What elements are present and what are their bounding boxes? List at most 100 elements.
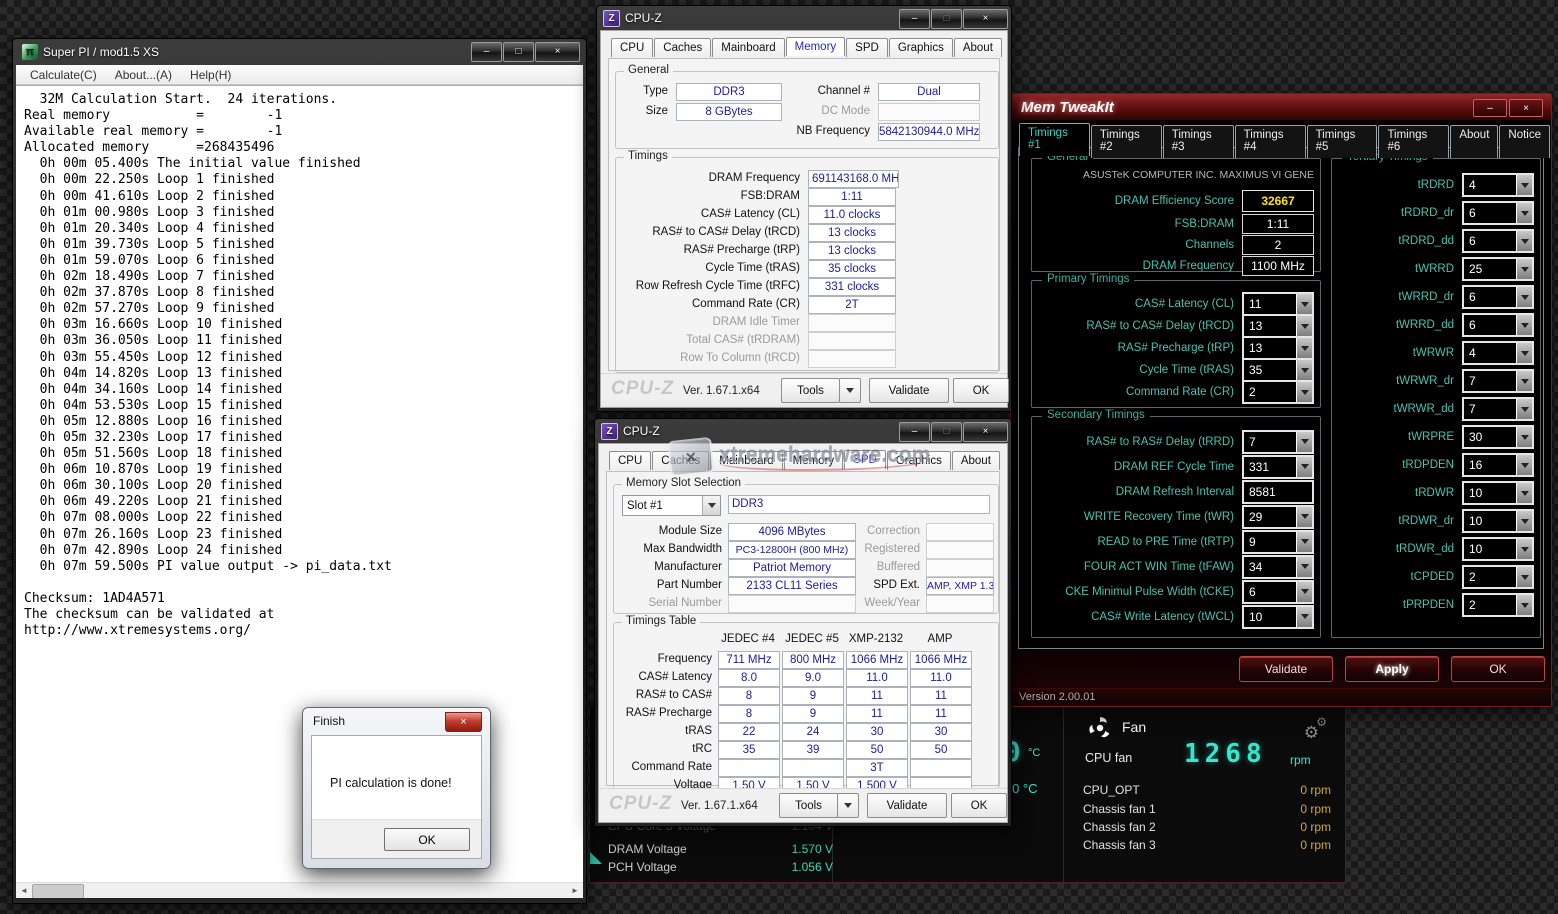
menu-help[interactable]: Help(H) [182, 67, 239, 83]
tab-timings-3[interactable]: Timings #3 [1163, 125, 1234, 158]
tab-timings-4[interactable]: Timings #4 [1235, 125, 1306, 158]
scroll-left-arrow-icon[interactable]: ◄ [16, 883, 32, 898]
superpi-titlebar[interactable]: π Super PI / mod1.5 XS – □ × [16, 39, 583, 65]
minimize-button[interactable]: – [471, 42, 502, 62]
chevron-down-icon[interactable] [1516, 371, 1532, 391]
tab-caches[interactable]: Caches [652, 451, 709, 470]
timing-select[interactable]: 10 [1242, 605, 1314, 629]
ok-button[interactable]: OK [953, 378, 1009, 403]
chevron-down-icon[interactable] [1516, 511, 1532, 531]
chevron-down-icon[interactable] [1296, 457, 1312, 477]
validate-button[interactable]: Validate [869, 378, 949, 403]
tab-memory[interactable]: Memory [786, 37, 846, 56]
scroll-right-arrow-icon[interactable]: ► [567, 883, 583, 898]
maximize-button[interactable]: □ [503, 42, 534, 62]
timing-select[interactable]: 35 [1242, 358, 1314, 382]
chevron-down-icon[interactable] [1516, 315, 1532, 335]
tools-button[interactable]: Tools [781, 378, 840, 403]
chevron-down-icon[interactable] [1516, 595, 1532, 615]
close-button[interactable]: × [963, 9, 1008, 29]
tools-button[interactable]: Tools [779, 793, 838, 818]
tab-mainboard[interactable]: Mainboard [712, 38, 784, 57]
timing-select[interactable]: 7 [1242, 430, 1314, 454]
finish-dialog-titlebar[interactable]: Finish × [303, 708, 490, 734]
timing-select[interactable]: 4 [1462, 173, 1534, 197]
chevron-down-icon[interactable] [1516, 427, 1532, 447]
chevron-down-icon[interactable] [1516, 231, 1532, 251]
timing-select[interactable]: 25 [1462, 257, 1534, 281]
tab-timings-1[interactable]: Timings #1 [1019, 123, 1090, 156]
menu-about[interactable]: About...(A) [107, 67, 180, 83]
chevron-down-icon[interactable] [1516, 539, 1532, 559]
timing-select[interactable]: 6 [1462, 201, 1534, 225]
chevron-down-icon[interactable] [1296, 294, 1312, 314]
tab-mainboard[interactable]: Mainboard [710, 451, 782, 470]
tab-timings-2[interactable]: Timings #2 [1091, 125, 1162, 158]
timing-select[interactable]: 2 [1462, 593, 1534, 617]
timing-select[interactable]: 34 [1242, 555, 1314, 579]
chevron-down-icon[interactable] [1516, 287, 1532, 307]
timing-select[interactable]: 6 [1462, 313, 1534, 337]
chevron-down-icon[interactable] [1516, 259, 1532, 279]
tab-caches[interactable]: Caches [654, 38, 711, 57]
chevron-down-icon[interactable] [1516, 455, 1532, 475]
validate-button[interactable]: Validate [1239, 656, 1333, 682]
timing-select[interactable]: 13 [1242, 336, 1314, 360]
minimize-button[interactable]: – [899, 9, 930, 29]
timing-select[interactable]: 6 [1242, 580, 1314, 604]
tab-about[interactable]: About [1450, 125, 1498, 158]
tab-spd[interactable]: SPD [846, 38, 888, 57]
ok-button[interactable]: OK [951, 793, 1007, 818]
chevron-down-icon[interactable] [1296, 382, 1312, 402]
refresh-interval-input[interactable]: 8581 [1242, 480, 1314, 504]
ok-button[interactable]: OK [384, 828, 470, 851]
timing-select[interactable]: 9 [1242, 530, 1314, 554]
menu-calculate[interactable]: Calculate(C) [22, 67, 105, 83]
timing-select[interactable]: 6 [1462, 229, 1534, 253]
timing-select[interactable]: 29 [1242, 505, 1314, 529]
horizontal-scrollbar[interactable]: ◄ ► [16, 882, 583, 898]
timing-select[interactable]: 4 [1462, 341, 1534, 365]
close-button[interactable]: × [963, 422, 1008, 442]
chevron-down-icon[interactable] [1516, 483, 1532, 503]
chevron-down-icon[interactable] [1296, 432, 1312, 452]
maximize-button[interactable]: □ [931, 422, 962, 442]
chevron-down-icon[interactable] [1296, 360, 1312, 380]
chevron-down-icon[interactable] [1516, 175, 1532, 195]
timing-select[interactable]: 10 [1462, 481, 1534, 505]
close-button[interactable]: × [535, 42, 580, 62]
timing-select[interactable]: 2 [1242, 380, 1314, 404]
timing-select[interactable]: 10 [1462, 509, 1534, 533]
validate-button[interactable]: Validate [867, 793, 947, 818]
chevron-down-icon[interactable] [1516, 343, 1532, 363]
close-button[interactable]: × [1509, 99, 1543, 117]
chevron-down-icon[interactable] [1296, 507, 1312, 527]
tab-timings-5[interactable]: Timings #5 [1307, 125, 1378, 158]
minimize-button[interactable]: – [899, 422, 930, 442]
memtweakit-titlebar[interactable]: Mem TweakIt – × [1011, 94, 1551, 121]
tab-cpu[interactable]: CPU [609, 451, 651, 470]
cpuz-titlebar[interactable]: Z CPU-Z – □ × [595, 419, 1011, 443]
chevron-down-icon[interactable] [1516, 567, 1532, 587]
tab-notice[interactable]: Notice [1499, 125, 1550, 158]
tab-graphics[interactable]: Graphics [889, 38, 953, 57]
timing-select[interactable]: 2 [1462, 565, 1534, 589]
chevron-down-icon[interactable] [1296, 532, 1312, 552]
tools-dropdown-button[interactable] [839, 378, 861, 403]
timing-select[interactable]: 13 [1242, 314, 1314, 338]
chevron-down-icon[interactable] [1296, 607, 1312, 627]
chevron-down-icon[interactable] [1516, 203, 1532, 223]
slot-select[interactable]: Slot #1 [622, 495, 721, 516]
timing-select[interactable]: 11 [1242, 292, 1314, 316]
timing-select[interactable]: 10 [1462, 537, 1534, 561]
tab-timings-6[interactable]: Timings #6 [1378, 125, 1449, 158]
tab-graphics[interactable]: Graphics [887, 451, 951, 470]
close-button[interactable]: × [445, 712, 482, 732]
tab-about[interactable]: About [952, 451, 1000, 470]
tab-about[interactable]: About [954, 38, 1002, 57]
scrollbar-thumb[interactable] [32, 884, 84, 898]
tab-cpu[interactable]: CPU [611, 38, 653, 57]
timing-select[interactable]: 331 [1242, 455, 1314, 479]
timing-select[interactable]: 16 [1462, 453, 1534, 477]
chevron-down-icon[interactable] [1296, 582, 1312, 602]
